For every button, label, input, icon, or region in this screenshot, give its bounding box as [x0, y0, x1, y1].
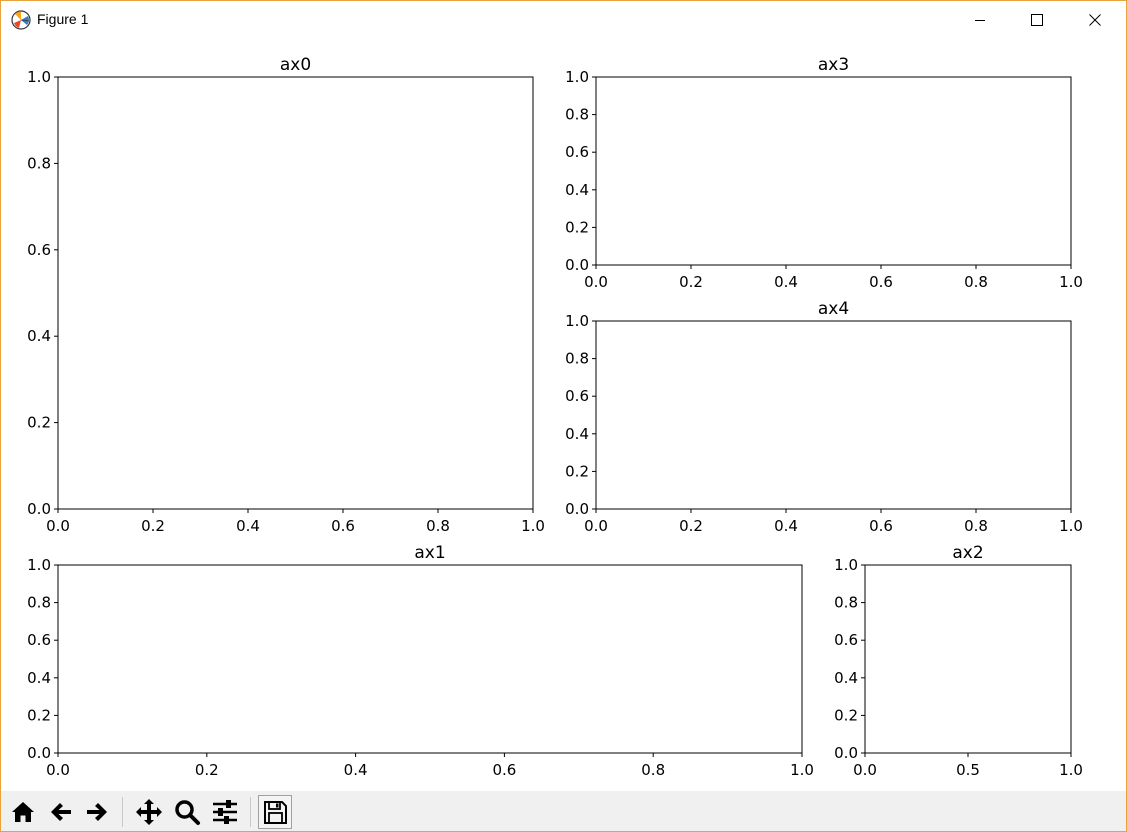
zoom-button[interactable] — [170, 795, 204, 829]
y-tick-label: 0.8 — [565, 106, 589, 124]
y-tick-label: 0.4 — [27, 327, 51, 345]
zoom-icon — [175, 800, 200, 825]
x-tick-label: 1.0 — [521, 517, 545, 535]
y-tick-label: 0.4 — [834, 669, 858, 687]
y-tick-label: 0.8 — [27, 594, 51, 612]
minimize-button[interactable] — [957, 1, 1003, 39]
x-tick-label: 0.6 — [869, 273, 893, 291]
configure-subplots-button[interactable] — [208, 795, 242, 829]
y-tick-label: 1.0 — [834, 556, 858, 574]
maximize-button[interactable] — [1014, 1, 1060, 39]
y-tick-label: 0.0 — [27, 500, 51, 518]
x-tick-label: 0.2 — [679, 273, 703, 291]
y-tick-label: 1.0 — [27, 556, 51, 574]
x-tick-label: 0.6 — [331, 517, 355, 535]
axes-title-ax4: ax4 — [818, 299, 849, 319]
pan-icon — [136, 799, 162, 825]
y-tick-label: 0.4 — [565, 181, 589, 199]
x-tick-label: 1.0 — [1059, 761, 1083, 779]
y-tick-label: 0.8 — [27, 154, 51, 172]
x-tick-label: 0.4 — [236, 517, 260, 535]
y-tick-label: 1.0 — [565, 68, 589, 86]
toolbar-separator — [122, 797, 123, 827]
y-tick-label: 0.8 — [565, 350, 589, 368]
figure-plot-area[interactable]: ax0 0.0 0.2 0.4 0.6 0.8 1.0 0.0 0.2 0.4 0.6 0.8 1.0 a… — [1, 39, 1126, 791]
close-icon — [1089, 14, 1101, 26]
y-tick-label: 0.0 — [27, 744, 51, 762]
axes-title-ax0: ax0 — [280, 55, 311, 75]
x-tick-label: 0.6 — [869, 517, 893, 535]
navigation-toolbar — [1, 791, 1126, 831]
back-button[interactable] — [44, 795, 78, 829]
x-tick-label: 0.8 — [426, 517, 450, 535]
y-tick-label: 0.6 — [27, 241, 51, 259]
x-tick-label: 1.0 — [1059, 517, 1083, 535]
x-tick-label: 0.8 — [964, 273, 988, 291]
forward-icon — [87, 803, 107, 821]
x-tick-label: 0.5 — [956, 761, 980, 779]
back-icon — [51, 803, 71, 821]
axes-frame-ax1[interactable] — [57, 564, 803, 754]
y-tick-label: 1.0 — [27, 68, 51, 86]
axes-title-ax1: ax1 — [414, 543, 445, 563]
y-tick-label: 0.0 — [834, 744, 858, 762]
axes-title-ax3: ax3 — [818, 55, 849, 75]
y-tick-label: 0.0 — [565, 500, 589, 518]
save-button[interactable] — [258, 795, 292, 829]
x-tick-label: 0.2 — [195, 761, 219, 779]
x-tick-label: 0.0 — [853, 761, 877, 779]
x-tick-label: 0.0 — [46, 517, 70, 535]
axes-frame-ax3[interactable] — [595, 76, 1072, 266]
figure-canvas[interactable]: ax0 0.0 0.2 0.4 0.6 0.8 1.0 0.0 0.2 0.4 0.6 0.8 1.0 a… — [1, 39, 1126, 791]
y-tick-label: 0.0 — [565, 256, 589, 274]
y-tick-label: 0.2 — [565, 218, 589, 236]
axes-frame-ax0[interactable] — [57, 76, 534, 510]
app-icon — [11, 10, 31, 30]
x-tick-label: 0.0 — [584, 517, 608, 535]
y-tick-label: 0.6 — [27, 631, 51, 649]
figure-window: Figure 1 ax0 0.0 0.2 0.4 0.6 0.8 1.0 0.0 0.2 0.4 0… — [0, 0, 1127, 832]
save-icon — [264, 801, 287, 824]
x-tick-label: 0.2 — [679, 517, 703, 535]
axes-frame-ax2[interactable] — [864, 564, 1072, 754]
x-tick-label: 0.2 — [141, 517, 165, 535]
y-tick-label: 0.6 — [565, 387, 589, 405]
y-tick-label: 0.2 — [834, 706, 858, 724]
forward-button[interactable] — [80, 795, 114, 829]
axes-frame-ax4[interactable] — [595, 320, 1072, 510]
minimize-icon — [975, 20, 985, 21]
y-tick-label: 0.4 — [27, 669, 51, 687]
y-tick-label: 0.8 — [834, 594, 858, 612]
maximize-icon — [1031, 14, 1043, 26]
y-tick-label: 0.2 — [565, 462, 589, 480]
y-tick-label: 0.2 — [27, 706, 51, 724]
y-tick-label: 1.0 — [565, 312, 589, 330]
x-tick-label: 0.8 — [641, 761, 665, 779]
window-title: Figure 1 — [37, 11, 89, 27]
toolbar-separator — [250, 797, 251, 827]
title-bar[interactable]: Figure 1 — [1, 1, 1126, 39]
home-icon — [12, 802, 34, 822]
y-tick-label: 0.6 — [834, 631, 858, 649]
x-tick-label: 0.6 — [492, 761, 516, 779]
y-tick-label: 0.4 — [565, 425, 589, 443]
axes-title-ax2: ax2 — [952, 543, 983, 563]
x-tick-label: 0.4 — [344, 761, 368, 779]
x-tick-label: 1.0 — [790, 761, 814, 779]
x-tick-label: 0.4 — [774, 273, 798, 291]
y-tick-label: 0.6 — [565, 143, 589, 161]
y-tick-label: 0.2 — [27, 414, 51, 432]
x-tick-label: 0.0 — [584, 273, 608, 291]
x-tick-label: 0.8 — [964, 517, 988, 535]
x-tick-label: 0.4 — [774, 517, 798, 535]
x-tick-label: 0.0 — [46, 761, 70, 779]
close-button[interactable] — [1072, 1, 1118, 39]
home-button[interactable] — [6, 795, 40, 829]
pan-button[interactable] — [132, 795, 166, 829]
x-tick-label: 1.0 — [1059, 273, 1083, 291]
configure-subplots-icon — [213, 800, 237, 824]
